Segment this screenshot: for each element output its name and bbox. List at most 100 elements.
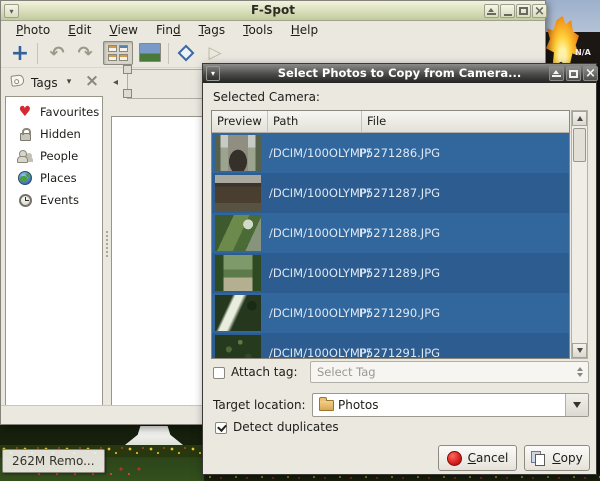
tag-list-panel: ♥ Favourites Hidden People Places Events — [5, 96, 103, 406]
photo-thumbnail — [215, 255, 261, 291]
detect-duplicates-label: Detect duplicates — [233, 420, 339, 434]
sidebar-item-events[interactable]: Events — [6, 189, 102, 211]
clock-icon — [19, 194, 32, 207]
rotate-left-button[interactable]: ↶ — [43, 40, 71, 66]
attach-tag-combo[interactable]: Select Tag — [310, 361, 589, 383]
globe-icon — [18, 171, 32, 185]
attach-tag-checkbox[interactable] — [213, 367, 225, 379]
sidebar-close-button[interactable]: × — [83, 71, 101, 91]
dialog-title: Select Photos to Copy from Camera... — [203, 64, 596, 82]
attach-tag-value: Select Tag — [311, 365, 572, 379]
cell-file: P5271286.JPG — [355, 146, 569, 160]
toolbar-separator — [168, 43, 169, 64]
rotate-right-button[interactable]: ↷ — [71, 40, 99, 66]
minimize-icon — [504, 14, 512, 16]
close-icon: × — [585, 68, 596, 79]
arrow-down-icon — [577, 348, 583, 353]
scroll-up-button[interactable] — [572, 111, 587, 126]
folder-icon — [319, 400, 334, 411]
lock-icon — [20, 133, 31, 141]
scrollbar-thumb[interactable] — [573, 128, 586, 162]
menu-photo[interactable]: Photo — [7, 21, 59, 40]
rotate-right-icon: ↷ — [77, 43, 92, 64]
dialog-window-menu-button[interactable]: ▾ — [206, 66, 220, 81]
tag-label: Hidden — [40, 127, 81, 141]
timeline-left-arrow[interactable]: ◂ — [113, 77, 118, 88]
menubar: Photo Edit View Find Tags Tools Help — [1, 21, 545, 40]
tag-label: People — [40, 149, 78, 163]
table-row[interactable]: /DCIM/100OLYMP/ P5271291.JPG — [212, 333, 569, 358]
table-body: /DCIM/100OLYMP/ P5271286.JPG /DCIM/100OL… — [212, 133, 569, 358]
sidebar-dropdown-button[interactable]: ▾ — [61, 74, 77, 90]
timeline-handle-top[interactable] — [123, 65, 132, 74]
target-location-combo[interactable]: Photos — [312, 393, 589, 417]
tag-label: Events — [40, 193, 79, 207]
menu-view[interactable]: View — [101, 21, 147, 40]
table-row[interactable]: /DCIM/100OLYMP/ P5271289.JPG — [212, 253, 569, 293]
dialog-shade-button[interactable] — [549, 66, 564, 81]
copy-label: Copy — [552, 451, 582, 465]
cell-file: P5271290.JPG — [355, 306, 569, 320]
spinner-icon[interactable] — [572, 367, 588, 377]
desktop-volume-icon-label[interactable]: 262M Remo... — [2, 449, 105, 473]
minimize-button[interactable] — [500, 4, 515, 18]
table-row[interactable]: /DCIM/100OLYMP/ P5271287.JPG — [212, 173, 569, 213]
detect-duplicates-checkbox[interactable] — [215, 422, 227, 434]
copy-icon — [531, 451, 546, 466]
dialog-maximize-button[interactable] — [566, 66, 581, 81]
close-button[interactable]: × — [532, 4, 547, 18]
scroll-down-button[interactable] — [572, 343, 587, 358]
tag-label: Places — [40, 171, 77, 185]
dialog-titlebar[interactable]: Select Photos to Copy from Camera... — [203, 64, 596, 83]
table-row[interactable]: /DCIM/100OLYMP/ P5271288.JPG — [212, 213, 569, 253]
tag-label: Favourites — [40, 105, 99, 119]
menu-tools[interactable]: Tools — [234, 21, 282, 40]
table-row[interactable]: /DCIM/100OLYMP/ P5271286.JPG — [212, 133, 569, 173]
photo-thumbnail — [215, 295, 261, 331]
table-scrollbar[interactable] — [571, 110, 588, 359]
cell-file: P5271291.JPG — [355, 346, 569, 358]
target-location-label: Target location: — [213, 398, 306, 412]
cell-path: /DCIM/100OLYMP/ — [261, 146, 355, 160]
pane-splitter[interactable] — [103, 96, 111, 406]
sidebar-header-label: Tags — [31, 76, 58, 90]
browse-view-button[interactable] — [103, 41, 133, 65]
cell-file: P5271288.JPG — [355, 226, 569, 240]
copy-button[interactable]: Copy — [524, 445, 590, 471]
combo-dropdown-button[interactable] — [565, 394, 588, 416]
main-titlebar[interactable]: F-Spot — [1, 1, 545, 21]
menu-tags[interactable]: Tags — [190, 21, 235, 40]
column-header-path[interactable]: Path — [268, 111, 362, 133]
window-menu-icon: ▾ — [9, 7, 13, 16]
table-row[interactable]: /DCIM/100OLYMP/ P5271290.JPG — [212, 293, 569, 333]
timeline-handle-bottom[interactable] — [123, 89, 132, 98]
maximize-button[interactable] — [516, 4, 531, 18]
menu-edit[interactable]: Edit — [59, 21, 100, 40]
sidebar-item-favourites[interactable]: ♥ Favourites — [6, 101, 102, 123]
shade-button[interactable] — [484, 4, 499, 18]
photo-thumbnail — [215, 335, 261, 358]
column-header-file[interactable]: File — [362, 111, 569, 133]
shade-icon — [487, 8, 496, 15]
photo-table: Preview Path File /DCIM/100OLYMP/ P52712… — [211, 110, 570, 359]
arrow-up-icon — [577, 116, 583, 121]
copy-from-camera-dialog: Select Photos to Copy from Camera... ▾ ×… — [202, 63, 597, 475]
fullscreen-button[interactable] — [175, 42, 197, 63]
window-menu-button[interactable]: ▾ — [4, 4, 19, 18]
chevron-down-icon — [573, 402, 581, 408]
attach-tag-label: Attach tag: — [231, 365, 298, 379]
import-button[interactable]: + — [7, 40, 33, 66]
edit-image-button[interactable] — [139, 43, 161, 62]
sidebar-item-places[interactable]: Places — [6, 167, 102, 189]
sidebar-item-people[interactable]: People — [6, 145, 102, 167]
thumbnail-grid-icon — [108, 45, 117, 52]
dialog-close-button[interactable]: × — [583, 66, 598, 81]
toolbar-separator — [37, 43, 38, 64]
menu-help[interactable]: Help — [282, 21, 327, 40]
photo-thumbnail — [215, 135, 261, 171]
menu-find[interactable]: Find — [147, 21, 190, 40]
cancel-button[interactable]: Cancel — [438, 445, 517, 471]
column-header-preview[interactable]: Preview — [212, 111, 268, 133]
sidebar-item-hidden[interactable]: Hidden — [6, 123, 102, 145]
plus-icon: + — [11, 41, 29, 66]
